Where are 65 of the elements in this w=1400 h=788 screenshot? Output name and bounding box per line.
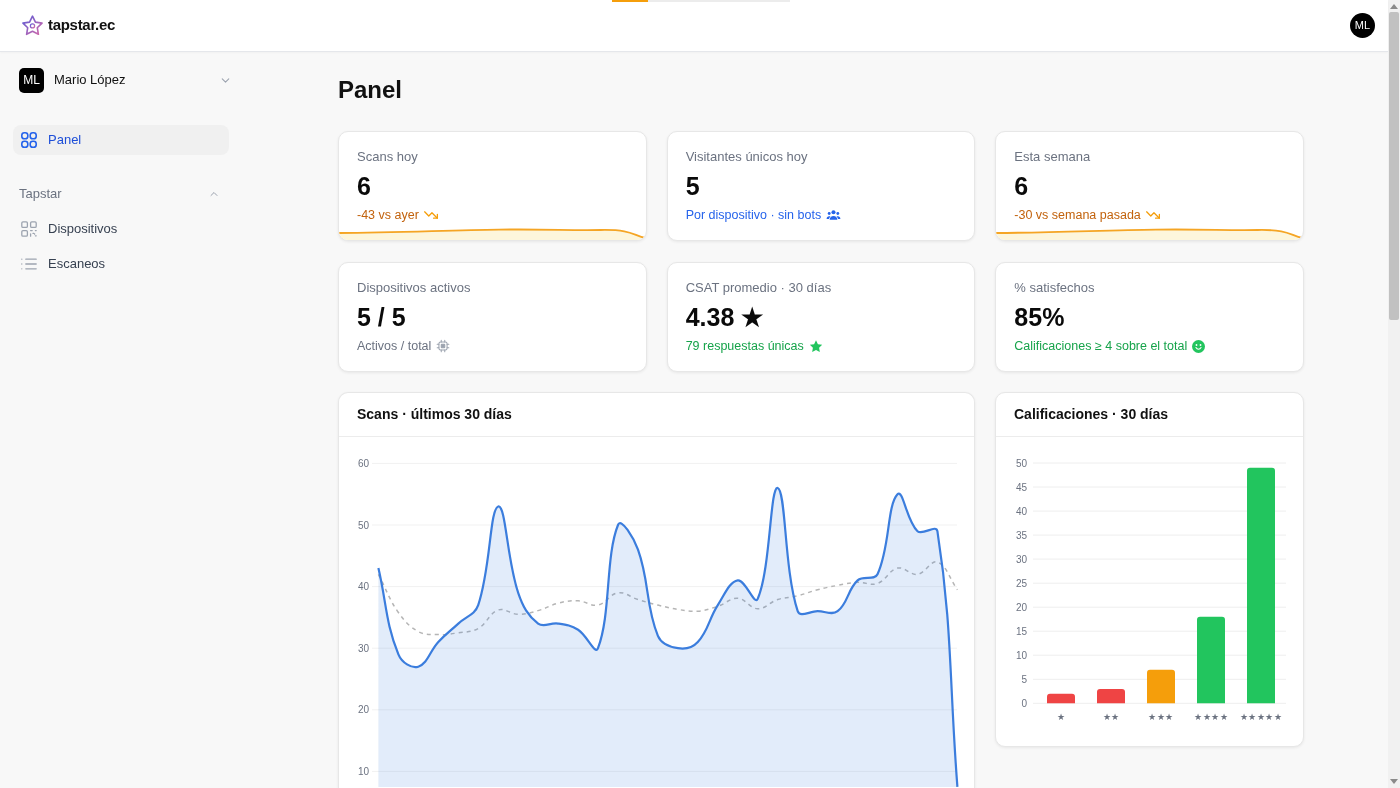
stat-label: Esta semana bbox=[1014, 148, 1092, 166]
users-icon bbox=[826, 209, 842, 221]
stat-label: Visitantes únicos hoy bbox=[685, 148, 809, 166]
y-axis-label: 30 bbox=[357, 642, 369, 654]
y-axis-label: 50 bbox=[1015, 457, 1027, 469]
y-axis-label: 35 bbox=[1015, 529, 1027, 541]
stat-value: 85% bbox=[1014, 302, 1066, 332]
star-logo-icon bbox=[22, 15, 43, 36]
arrow-down-icon[interactable] bbox=[1390, 779, 1398, 784]
user-name: Mario López bbox=[54, 71, 126, 90]
nav-item[interactable]: Panel bbox=[13, 125, 229, 155]
stat-label: % satisfechos bbox=[1014, 279, 1096, 297]
page-title: Panel bbox=[338, 75, 404, 105]
stat-label: CSAT promedio · 30 días bbox=[685, 279, 833, 297]
stat-value: 6 bbox=[357, 171, 372, 201]
stat-note: -30 vs semana pasada bbox=[1014, 207, 1141, 224]
stat-value: 4.38 ★ bbox=[685, 302, 765, 332]
x-axis-label: ★★★★★ bbox=[1239, 712, 1283, 722]
chip-icon bbox=[436, 339, 451, 353]
grid-icon bbox=[21, 132, 37, 148]
stat-note: Activos / total bbox=[357, 338, 432, 355]
section-toggle[interactable]: Tapstar bbox=[13, 185, 229, 203]
y-axis-label: 40 bbox=[1015, 505, 1027, 517]
chart-title: Scans · últimos 30 días bbox=[357, 405, 512, 424]
y-axis-label: 15 bbox=[1015, 625, 1027, 637]
y-axis-label: 5 bbox=[1021, 673, 1027, 685]
x-axis-label: ★★★ bbox=[1148, 712, 1174, 722]
trend-down-icon bbox=[423, 210, 438, 220]
nav-item[interactable]: Escaneos bbox=[13, 249, 229, 279]
y-axis-label: 20 bbox=[357, 704, 369, 716]
y-axis-label: 20 bbox=[1015, 601, 1027, 613]
y-axis-label: 25 bbox=[1015, 577, 1027, 589]
brand-name[interactable]: tapstar.ec bbox=[48, 14, 116, 37]
stat-label: Scans hoy bbox=[357, 148, 419, 166]
stat-value: 6 bbox=[1014, 171, 1030, 201]
x-axis-label: ★★★★ bbox=[1194, 712, 1228, 722]
stat-note: Calificaciones ≥ 4 sobre el total bbox=[1014, 338, 1188, 355]
stat-note: 79 respuestas únicas bbox=[685, 338, 804, 355]
arrow-up-icon[interactable] bbox=[1390, 4, 1398, 9]
x-axis-label: ★ bbox=[1056, 712, 1066, 722]
stat-value: 5 bbox=[685, 171, 701, 201]
nav-item[interactable]: Dispositivos bbox=[13, 214, 229, 244]
scrollbar-thumb[interactable] bbox=[1389, 12, 1399, 320]
y-axis-label: 10 bbox=[357, 765, 369, 777]
y-axis-label: 10 bbox=[1015, 649, 1027, 661]
y-axis-label: 0 bbox=[1021, 697, 1027, 709]
stat-note: -43 vs ayer bbox=[357, 207, 419, 224]
qr-code-icon bbox=[21, 221, 37, 237]
y-axis-label: 30 bbox=[1015, 553, 1027, 565]
star-icon bbox=[808, 339, 823, 353]
stat-value: 5 / 5 bbox=[357, 302, 407, 332]
list-icon bbox=[21, 256, 37, 272]
y-axis-label: 45 bbox=[1015, 481, 1027, 493]
smiley-icon bbox=[1192, 339, 1206, 353]
stat-label: Dispositivos activos bbox=[357, 279, 472, 297]
y-axis-label: 50 bbox=[357, 519, 369, 531]
x-axis-label: ★★ bbox=[1102, 712, 1120, 722]
y-axis-label: 40 bbox=[357, 581, 369, 593]
user-avatar: ML bbox=[19, 67, 44, 93]
trend-down-icon bbox=[1145, 210, 1160, 220]
chart-title: Calificaciones · 30 días bbox=[1014, 405, 1169, 424]
user-avatar[interactable]: ML bbox=[1350, 13, 1375, 38]
y-axis-label: 60 bbox=[357, 457, 369, 469]
stat-note: Por dispositivo · sin bots bbox=[685, 207, 822, 224]
scrollbar-track[interactable] bbox=[1388, 0, 1400, 788]
